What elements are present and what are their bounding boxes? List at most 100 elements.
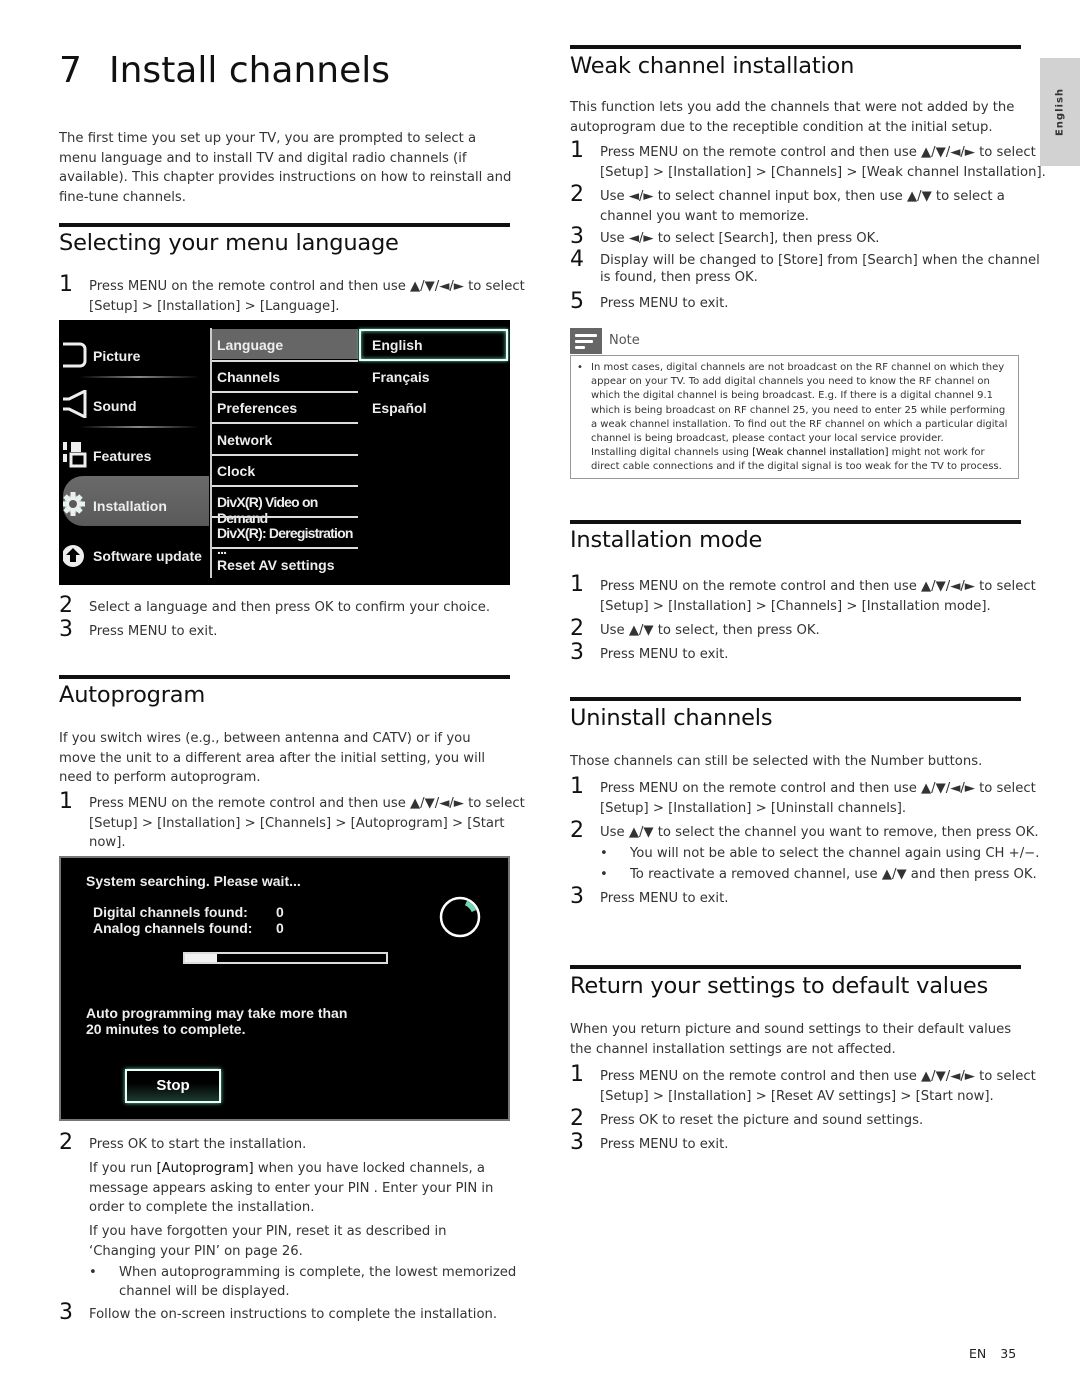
section-title-reset-defaults: Return your settings to default values [570, 973, 989, 999]
tv-menu-item-label: Installation [93, 498, 167, 514]
loading-spinner-icon [439, 896, 481, 938]
step-text: Display will be changed to [Store] from … [600, 253, 1040, 285]
step-text: Press MENU to exit. [600, 891, 729, 906]
step-number: 5 [570, 289, 584, 314]
search-progress-bar [183, 952, 388, 964]
tv-main-menu: Picture Sound Features Installation Soft… [59, 320, 209, 585]
step: 1 Press MENU on the remote control and t… [570, 775, 1051, 818]
tv-submenu-label: Preferences [217, 400, 298, 416]
stop-button[interactable]: Stop [125, 1069, 221, 1103]
step-text: Use ▲/▼ to select the channel you want t… [600, 825, 1039, 840]
step: 2 Use ◄/► to select channel input box, t… [570, 183, 1051, 226]
features-icon [63, 442, 87, 468]
search-message-line1: Auto programming may take more than [86, 1005, 348, 1021]
section-rule [570, 45, 1021, 49]
step-number: 3 [59, 617, 73, 642]
step-number: 3 [59, 1300, 73, 1325]
bullet-marker: • [577, 362, 583, 373]
step-text: Press MENU to exit. [600, 647, 729, 662]
step-number: 4 [570, 247, 584, 272]
step-number: 1 [570, 138, 584, 163]
tv-submenu-label: Network [217, 432, 273, 448]
step-text: Press MENU on the remote control and the… [600, 781, 1036, 816]
tv-submenu-item[interactable]: Network [212, 424, 358, 454]
step-text: Select a language and then press OK to c… [89, 600, 491, 615]
tv-submenu-item[interactable]: Reset AV settings [212, 549, 358, 579]
step-text: Press MENU on the remote control and the… [600, 145, 1046, 180]
step-number: 1 [59, 789, 73, 814]
upload-icon [63, 545, 84, 567]
step-text: Use ◄/► to select channel input box, the… [600, 189, 1005, 224]
tv-menu-item-label: Sound [93, 398, 137, 414]
step: 1 Press MENU on the remote control and t… [59, 273, 540, 316]
step-text: Press MENU to exit. [600, 296, 729, 311]
tv-submenu-item[interactable]: DivX(R) Video on Demand [212, 486, 358, 526]
tv-menu-item-label: Features [93, 448, 152, 464]
language-option-francais[interactable]: Français [359, 361, 504, 389]
progress-fill [185, 954, 218, 962]
uninstall-intro: Those channels can still be selected wit… [570, 754, 983, 769]
section-title-installation-mode: Installation mode [570, 527, 763, 553]
keyword: [Autoprogram] [156, 1161, 254, 1176]
step: 2 Select a language and then press OK to… [59, 594, 540, 618]
step: 2 Press OK to reset the picture and soun… [570, 1107, 1051, 1131]
section-rule [570, 697, 1021, 701]
tv-menu-item-label: Picture [93, 348, 141, 364]
step: 1 Press MENU on the remote control and t… [59, 790, 540, 853]
step: 2 Press OK to start the installation. [59, 1131, 540, 1155]
step-text: Follow the on-screen instructions to com… [89, 1307, 498, 1322]
autoprogram-search-dialog: System searching. Please wait... Digital… [59, 856, 510, 1121]
step-number: 2 [570, 1106, 584, 1131]
tv-submenu-label: Clock [217, 463, 256, 479]
chapter-title-text: Install channels [109, 50, 391, 91]
step: 3 Use ◄/► to select [Search], then press… [570, 225, 1051, 249]
digital-channels-count: 0 [276, 904, 284, 920]
search-status: System searching. Please wait... [86, 873, 301, 889]
note-label: Note [609, 333, 640, 348]
bullet-item: To reactivate a removed channel, use ▲/▼… [600, 865, 1055, 884]
section-title-autoprogram: Autoprogram [59, 682, 206, 708]
note-box: • In most cases, digital channels are no… [570, 355, 1019, 479]
tv-submenu-item[interactable]: Channels [212, 361, 358, 391]
autoprogram-intro: If you switch wires (e.g., between anten… [59, 731, 486, 785]
language-option-espanol[interactable]: Español [359, 392, 504, 420]
tv-menu-item-picture[interactable]: Picture [63, 326, 209, 376]
step-text: Press MENU to exit. [600, 1137, 729, 1152]
language-option-label: Español [372, 400, 427, 416]
step-number: 2 [59, 593, 73, 618]
analog-channels-count: 0 [276, 920, 284, 936]
bullet-item: When autoprogramming is complete, the lo… [89, 1263, 539, 1301]
page-footer: EN 35 [969, 1346, 1016, 1361]
page-number: 35 [1000, 1346, 1017, 1361]
tv-menu-item-installation[interactable]: Installation [63, 476, 209, 526]
tv-submenu-item[interactable]: Language [212, 329, 358, 359]
step-number: 2 [59, 1130, 73, 1155]
tv-menu-item-sound[interactable]: Sound [63, 376, 209, 426]
step-number: 3 [570, 1130, 584, 1155]
step-number: 3 [570, 884, 584, 909]
tv-menu-item-label: Software update [93, 548, 202, 564]
autoprogram-pin-note: If you run [Autoprogram] when you have l… [89, 1159, 514, 1218]
section-rule [59, 223, 510, 227]
search-message-line2: 20 minutes to complete. [86, 1021, 246, 1037]
language-option-english[interactable]: English [359, 329, 508, 361]
section-rule [570, 520, 1021, 524]
step-number: 2 [570, 182, 584, 207]
tv-submenu-item[interactable]: Preferences [212, 392, 358, 422]
step-number: 2 [570, 616, 584, 641]
tv-submenu-label: Language [217, 337, 284, 353]
tv-submenu-label: Reset AV settings [217, 557, 335, 573]
step-number: 1 [570, 572, 584, 597]
chapter-number: 7 [59, 50, 82, 91]
tv-submenu-item[interactable]: DivX(R): Deregistration ... [212, 517, 358, 557]
step-text: Press OK to reset the picture and sound … [600, 1113, 924, 1128]
tv-submenu-item[interactable]: Clock [212, 455, 358, 485]
tv-menu-item-features[interactable]: Features [63, 426, 209, 476]
language-option-label: Français [372, 369, 430, 385]
step: 3 Press MENU to exit. [59, 618, 540, 642]
step-text: Press OK to start the installation. [89, 1137, 307, 1152]
chapter-title: 7 Install channels [59, 50, 390, 91]
step-text: Press MENU on the remote control and the… [600, 579, 1036, 614]
tv-menu-item-software-update[interactable]: Software update [63, 526, 209, 576]
step: 4 Display will be changed to [Store] fro… [570, 248, 1051, 286]
